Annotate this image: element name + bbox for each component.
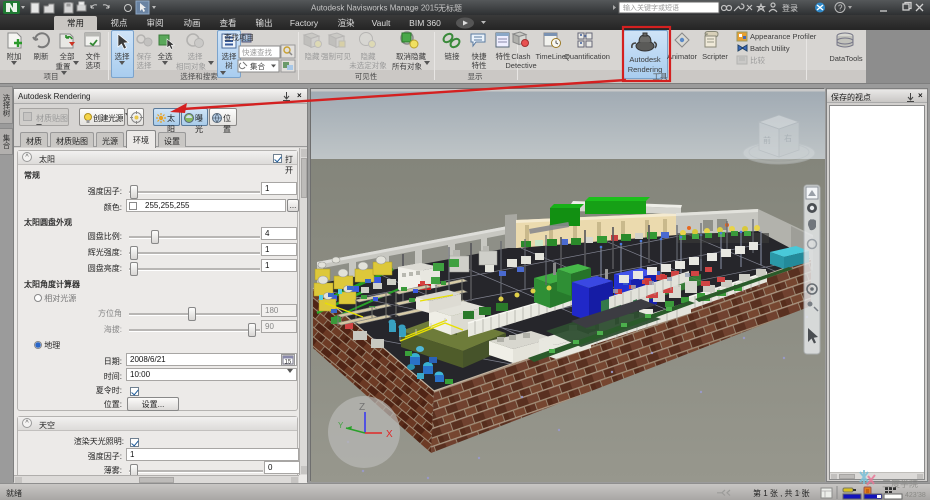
svg-text:Autodesk Navisworks Manage 201: Autodesk Navisworks Manage 2015 bbox=[311, 4, 439, 13]
svg-text:X: X bbox=[386, 429, 393, 440]
svg-text:Y: Y bbox=[338, 421, 344, 430]
svg-text:前: 前 bbox=[763, 135, 771, 145]
svg-text:Z: Z bbox=[359, 402, 365, 413]
svg-text:第 1 张 , 共 1 张: 第 1 张 , 共 1 张 bbox=[753, 488, 809, 498]
svg-text:15: 15 bbox=[285, 360, 292, 366]
svg-text:423'38: 423'38 bbox=[905, 492, 926, 499]
svg-text:输入关键字或短语: 输入关键字或短语 bbox=[623, 3, 679, 12]
svg-text:?: ? bbox=[838, 4, 843, 13]
svg-text:右: 右 bbox=[784, 133, 792, 143]
svg-text:无标题: 无标题 bbox=[438, 3, 462, 13]
svg-text:登录: 登录 bbox=[782, 3, 798, 13]
